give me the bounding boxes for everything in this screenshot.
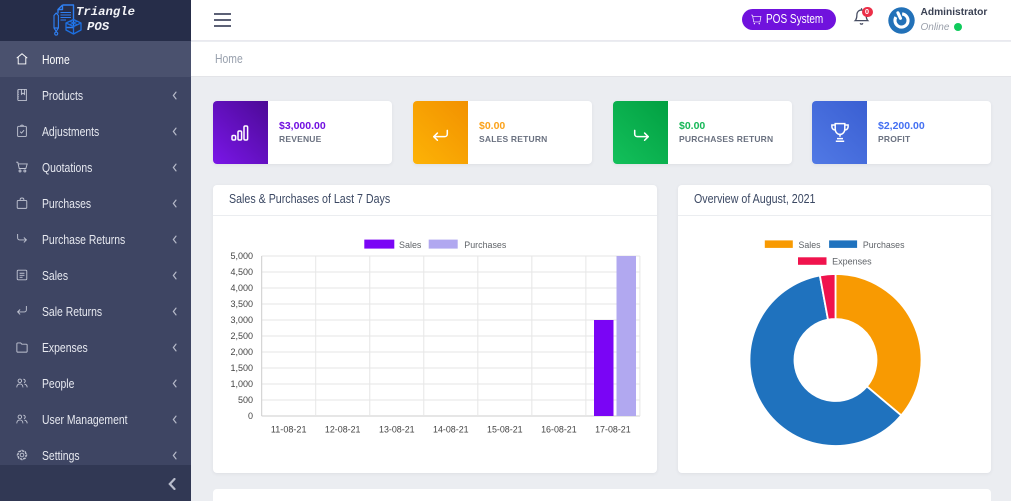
svg-text:Sales: Sales: [799, 240, 821, 251]
svg-text:15-08-21: 15-08-21: [487, 425, 523, 435]
svg-text:2,000: 2,000: [230, 347, 253, 357]
svg-text:5,000: 5,000: [230, 251, 253, 261]
svg-text:0: 0: [248, 411, 253, 421]
svg-text:13-08-21: 13-08-21: [379, 425, 415, 435]
svg-text:4,000: 4,000: [230, 283, 253, 293]
svg-text:4,500: 4,500: [230, 267, 253, 277]
svg-text:2,500: 2,500: [230, 331, 253, 341]
svg-text:1,500: 1,500: [230, 363, 253, 373]
svg-text:11-08-21: 11-08-21: [271, 425, 307, 435]
svg-text:12-08-21: 12-08-21: [325, 425, 361, 435]
svg-text:500: 500: [238, 395, 253, 405]
svg-text:14-08-21: 14-08-21: [433, 425, 469, 435]
svg-text:17-08-21: 17-08-21: [595, 425, 631, 435]
svg-text:1,000: 1,000: [230, 379, 253, 389]
svg-text:Purchases: Purchases: [863, 240, 905, 251]
svg-text:Expenses: Expenses: [832, 256, 872, 267]
svg-text:Sales: Sales: [399, 240, 422, 251]
svg-text:16-08-21: 16-08-21: [541, 425, 577, 435]
svg-text:Purchases: Purchases: [464, 240, 506, 251]
svg-text:3,500: 3,500: [230, 299, 253, 309]
svg-text:3,000: 3,000: [230, 315, 253, 325]
